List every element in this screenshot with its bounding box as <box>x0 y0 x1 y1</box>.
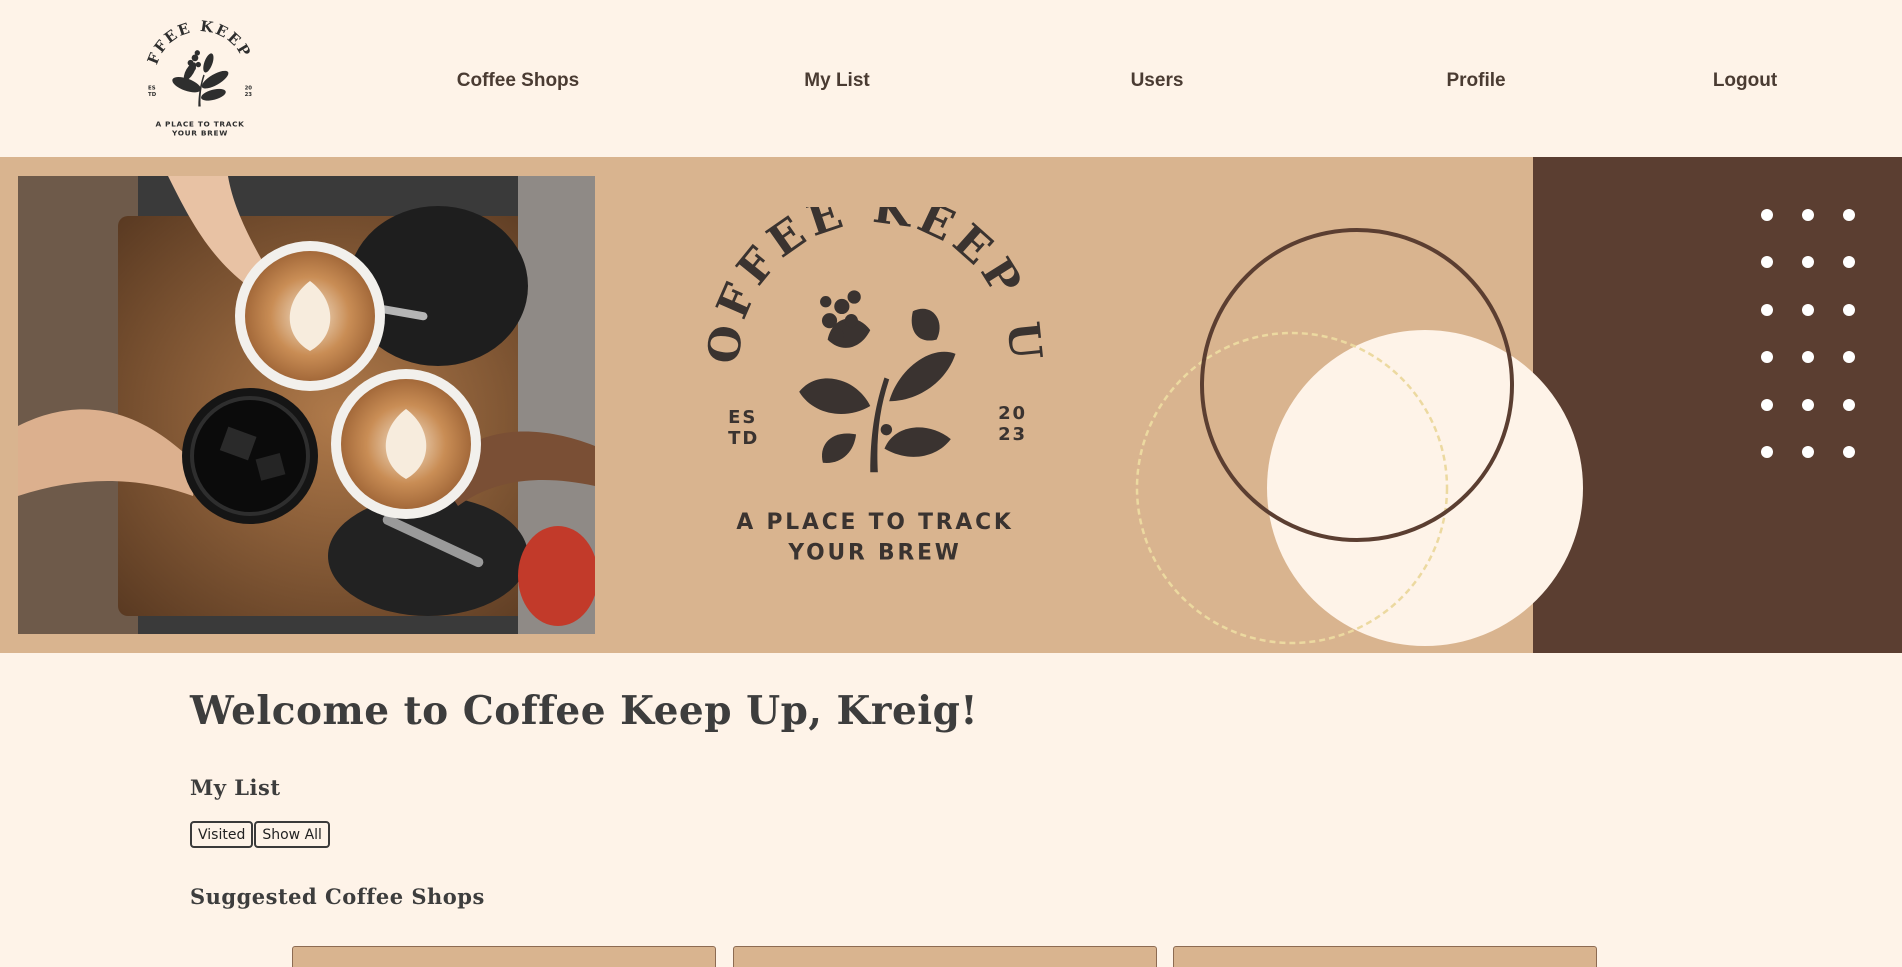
coffee-keep-up-logo-small[interactable]: COFFEE KEEP UP ES TD 20 23 A PLACE TO TR… <box>138 14 262 142</box>
show-all-button[interactable]: Show All <box>254 821 330 848</box>
hero-logo-arc-text: COFFEE KEEP UP <box>690 207 1046 368</box>
coffee-keep-up-logo-large: COFFEE KEEP UP ES TD 20 23 A PLACE TO TR… <box>690 207 1052 565</box>
nav-users[interactable]: Users <box>1131 70 1184 92</box>
nav-coffee-shops[interactable]: Coffee Shops <box>457 70 579 92</box>
coffee-shop-card[interactable] <box>292 946 716 967</box>
hero-est-left-1: ES <box>728 407 757 428</box>
visited-button[interactable]: Visited <box>190 821 254 848</box>
coffee-plant-icon <box>799 290 956 473</box>
logo-tagline-2: YOUR BREW <box>171 129 228 138</box>
hero-brown-panel <box>1533 157 1902 653</box>
my-list-filter-buttons: Visited Show All <box>190 821 330 848</box>
hero-tagline-1: A PLACE TO TRACK <box>736 510 1013 535</box>
logo-est-left-2: TD <box>148 92 157 98</box>
dashed-circle <box>1135 331 1449 645</box>
nav-profile[interactable]: Profile <box>1446 70 1505 92</box>
outline-circle <box>1200 228 1514 542</box>
welcome-heading: Welcome to Coffee Keep Up, Kreig! <box>190 688 978 734</box>
hero-est-right-1: 20 <box>998 403 1027 424</box>
hero-banner: COFFEE KEEP UP ES TD 20 23 A PLACE TO TR… <box>0 157 1902 653</box>
hero-est-left-2: TD <box>728 428 759 449</box>
svg-text:COFFEE KEEP UP: COFFEE KEEP UP <box>690 207 1052 368</box>
nav-my-list[interactable]: My List <box>804 70 869 92</box>
hero-est-right-2: 23 <box>998 424 1027 445</box>
coffee-shop-card[interactable] <box>1173 946 1597 967</box>
nav-logout[interactable]: Logout <box>1713 70 1777 92</box>
my-list-heading: My List <box>190 775 281 800</box>
logo-est-right-2: 23 <box>245 92 253 98</box>
coffee-shop-card[interactable] <box>733 946 1157 967</box>
logo-est-right-1: 20 <box>245 86 253 92</box>
logo-tagline-1: A PLACE TO TRACK <box>155 120 244 129</box>
hero-tagline-2: YOUR BREW <box>787 540 961 565</box>
top-nav: COFFEE KEEP UP ES TD 20 23 A PLACE TO TR… <box>0 0 1902 157</box>
logo-est-left-1: ES <box>148 86 156 92</box>
suggested-shops-heading: Suggested Coffee Shops <box>190 884 485 909</box>
coffee-toast-photo <box>18 176 595 634</box>
coffee-plant-icon <box>172 50 229 107</box>
